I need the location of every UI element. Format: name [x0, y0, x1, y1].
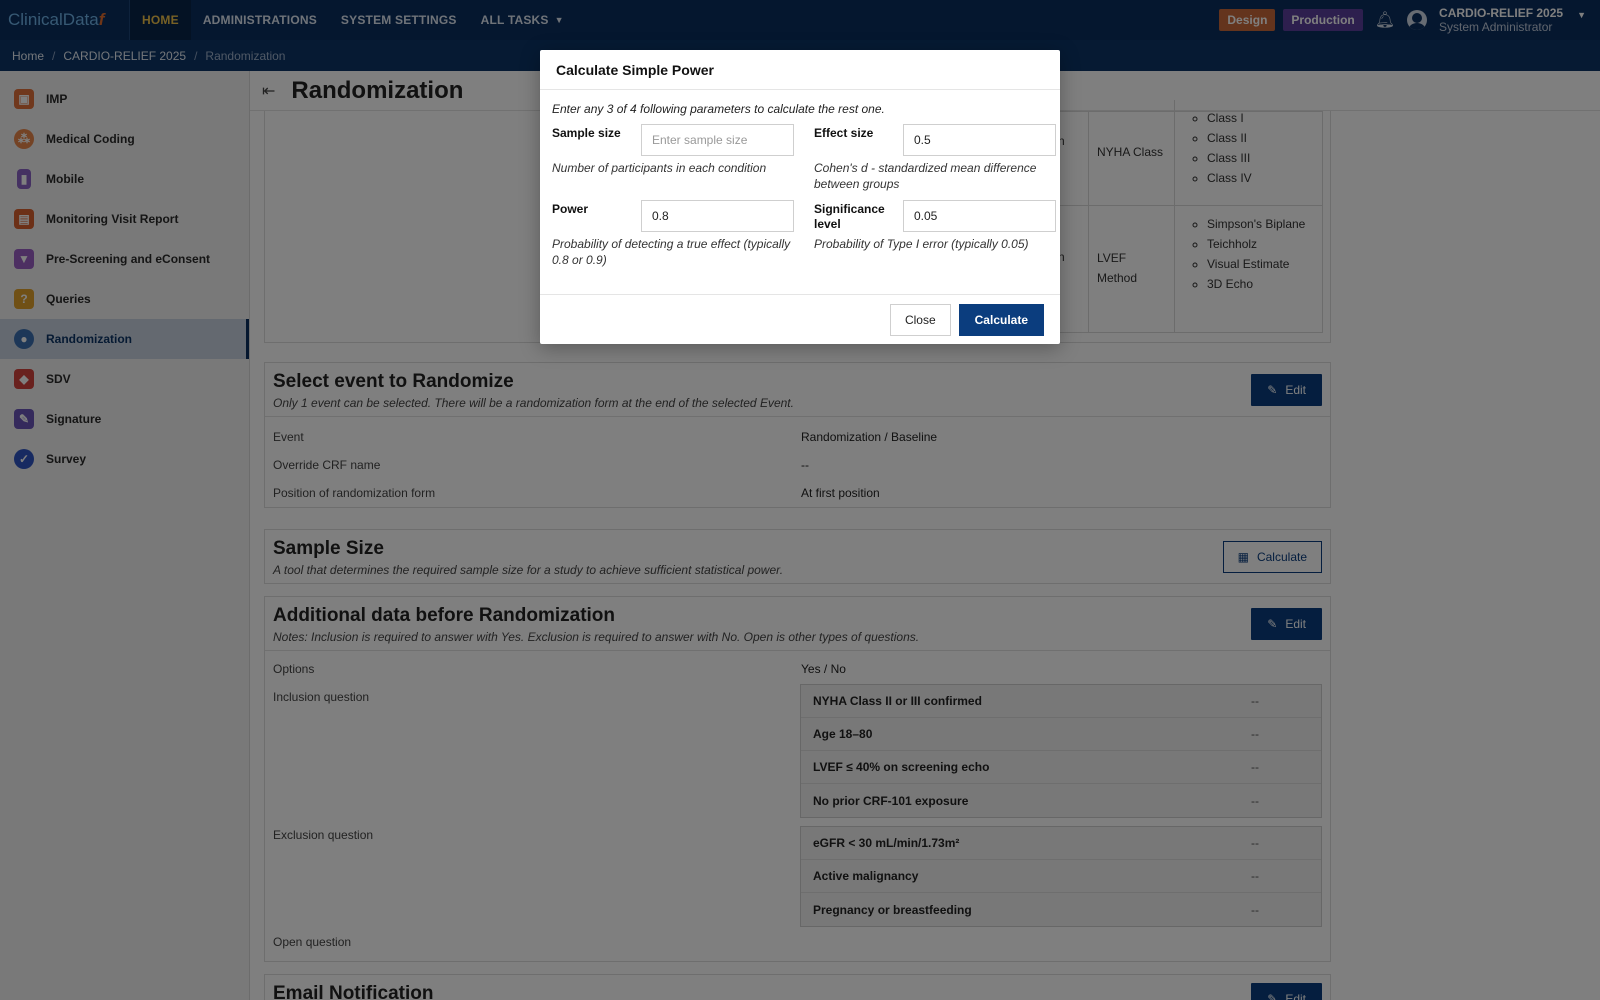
effect-size-input[interactable] [903, 124, 1056, 156]
significance-help: Probability of Type I error (typically 0… [814, 237, 1029, 251]
power-field: Power Probability of detecting a true ef… [552, 200, 802, 268]
modal-title: Calculate Simple Power [540, 50, 1060, 90]
sample-size-input[interactable] [641, 124, 794, 156]
power-input[interactable] [641, 200, 794, 232]
significance-label: Significance level [814, 202, 885, 231]
power-label: Power [552, 202, 589, 216]
sample-size-help: Number of participants in each condition [552, 161, 767, 175]
significance-field: Significance level Probability of Type I… [814, 200, 1064, 268]
sample-size-label: Sample size [552, 126, 621, 140]
modal-footer: Close Calculate [540, 294, 1060, 344]
modal-hint: Enter any 3 of 4 following parameters to… [552, 102, 885, 116]
calculate-power-modal: Calculate Simple Power Enter any 3 of 4 … [540, 50, 1060, 344]
power-help: Probability of detecting a true effect (… [552, 237, 791, 267]
sample-size-field: Sample size Number of participants in ea… [552, 124, 802, 192]
calculate-button[interactable]: Calculate [958, 303, 1044, 336]
effect-size-help: Cohen's d - standardized mean difference… [814, 161, 1037, 191]
effect-size-field: Effect size Cohen's d - standardized mea… [814, 124, 1064, 192]
close-button[interactable]: Close [889, 303, 951, 336]
effect-size-label: Effect size [814, 126, 874, 140]
significance-input[interactable] [903, 200, 1056, 232]
